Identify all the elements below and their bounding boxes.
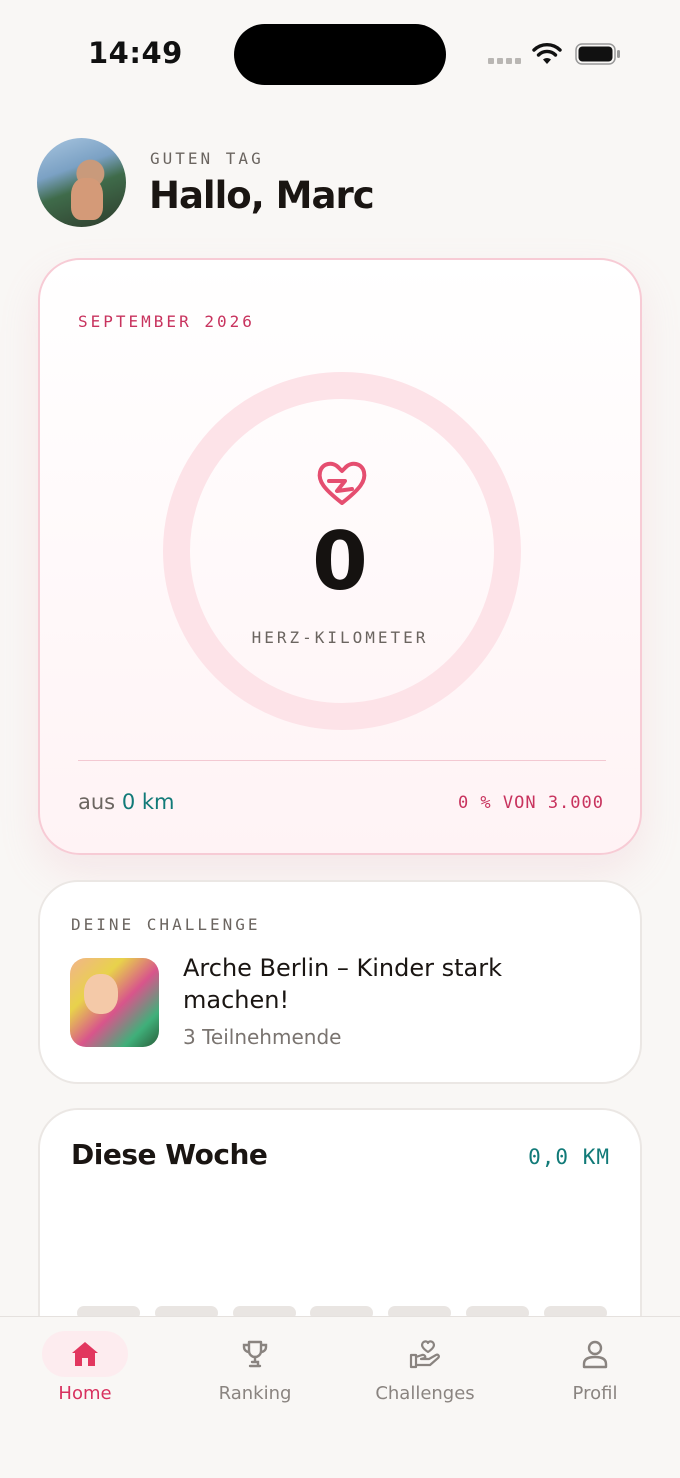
- tab-profil[interactable]: Profil: [510, 1317, 680, 1427]
- greeting-title: Hallo, Marc: [149, 174, 375, 217]
- hand-heart-icon: [409, 1340, 440, 1369]
- avatar[interactable]: [37, 138, 126, 227]
- tab-challenges[interactable]: Challenges: [340, 1317, 510, 1427]
- month-label: SEPTEMBER 2026: [78, 312, 255, 331]
- heart-km-unit: HERZ-KILOMETER: [251, 628, 429, 647]
- home-screen: 14:49 GUTEN TAG Hallo, Marc SEPTEMBER 20…: [0, 0, 680, 1478]
- challenge-thumbnail: [70, 958, 159, 1047]
- tab-label: Profil: [572, 1383, 618, 1404]
- battery-icon: [575, 43, 620, 65]
- from-prefix: aus: [78, 790, 116, 814]
- home-icon: [72, 1342, 98, 1366]
- status-time: 14:49: [88, 36, 183, 70]
- heart-km-value: 0: [312, 515, 368, 608]
- week-total: 0,0 KM: [528, 1145, 610, 1169]
- dynamic-island: [234, 24, 446, 85]
- card-divider: [78, 760, 606, 761]
- challenge-card[interactable]: DEINE CHALLENGE Arche Berlin – Kinder st…: [38, 880, 642, 1084]
- monthly-progress-card[interactable]: SEPTEMBER 2026 0 HERZ-KILOMETER aus 0 km…: [38, 258, 642, 855]
- tab-ranking[interactable]: Ranking: [170, 1317, 340, 1427]
- heart-icon: [317, 461, 367, 505]
- tab-label: Ranking: [218, 1383, 292, 1404]
- tab-label: Home: [58, 1383, 112, 1404]
- week-title: Diese Woche: [71, 1138, 268, 1171]
- tab-bar: Home Ranking Challenges Profil: [0, 1316, 680, 1478]
- goal-progress-text: 0 % VON 3.000: [457, 793, 604, 813]
- from-km-text: aus 0 km: [78, 790, 174, 814]
- from-km-value: 0 km: [121, 790, 175, 814]
- trophy-icon: [242, 1340, 268, 1368]
- user-icon: [582, 1340, 608, 1369]
- cellular-signal-icon: [488, 58, 522, 66]
- challenge-eyebrow: DEINE CHALLENGE: [71, 915, 261, 934]
- tab-home[interactable]: Home: [0, 1317, 170, 1427]
- challenge-title: Arche Berlin – Kinder stark machen!: [183, 954, 502, 1014]
- wifi-icon: [532, 43, 562, 64]
- challenge-participants: 3 Teilnehmende: [183, 1025, 342, 1049]
- greeting-eyebrow: GUTEN TAG: [150, 149, 264, 168]
- tab-label: Challenges: [375, 1383, 475, 1404]
- status-bar: 14:49: [0, 0, 680, 110]
